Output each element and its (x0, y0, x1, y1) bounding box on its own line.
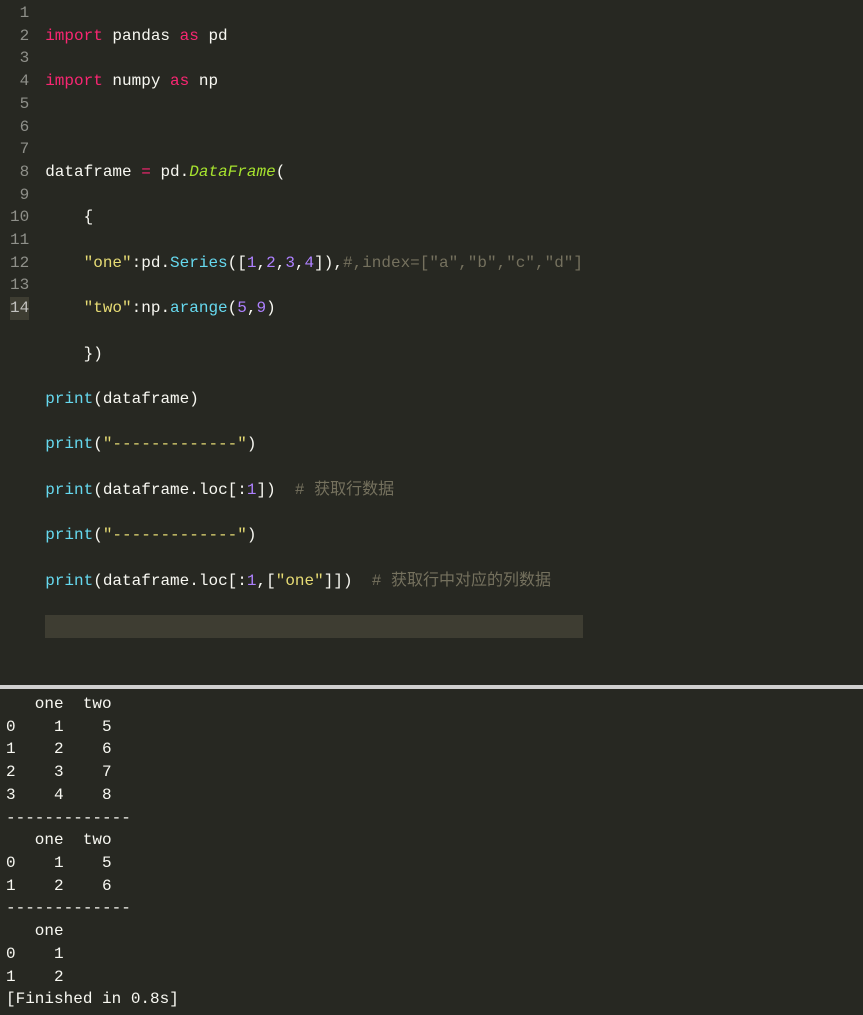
code-line[interactable]: print("-------------") (45, 524, 583, 547)
line-number: 10 (10, 206, 29, 229)
code-editor[interactable]: 1 2 3 4 5 6 7 8 9 10 11 12 13 14 import … (0, 0, 863, 685)
line-number: 13 (10, 274, 29, 297)
output-panel: one two 0 1 5 1 2 6 2 3 7 3 4 8 --------… (0, 689, 863, 1015)
line-gutter: 1 2 3 4 5 6 7 8 9 10 11 12 13 14 (0, 0, 45, 685)
line-number: 12 (10, 252, 29, 275)
line-number: 3 (10, 47, 29, 70)
line-number: 14 (10, 297, 29, 320)
code-line[interactable]: dataframe = pd.DataFrame( (45, 161, 583, 184)
line-number: 7 (10, 138, 29, 161)
code-area[interactable]: import pandas as pd import numpy as np d… (45, 0, 583, 685)
code-line[interactable] (45, 615, 583, 638)
line-number: 5 (10, 93, 29, 116)
code-line[interactable]: import numpy as np (45, 70, 583, 93)
code-line[interactable]: { (45, 206, 583, 229)
line-number: 2 (10, 25, 29, 48)
line-number: 6 (10, 116, 29, 139)
code-line[interactable] (45, 116, 583, 139)
line-number: 1 (10, 2, 29, 25)
line-number: 9 (10, 184, 29, 207)
line-number: 8 (10, 161, 29, 184)
code-line[interactable]: }) (45, 343, 583, 366)
code-line[interactable]: "one":pd.Series([1,2,3,4]),#,index=["a",… (45, 252, 583, 275)
code-line[interactable]: print(dataframe) (45, 388, 583, 411)
code-line[interactable]: print("-------------") (45, 433, 583, 456)
line-number: 4 (10, 70, 29, 93)
code-line[interactable]: print(dataframe.loc[:1]) # 获取行数据 (45, 479, 583, 502)
line-number: 11 (10, 229, 29, 252)
code-line[interactable]: import pandas as pd (45, 25, 583, 48)
code-line[interactable]: print(dataframe.loc[:1,["one"]]) # 获取行中对… (45, 570, 583, 593)
code-line[interactable]: "two":np.arange(5,9) (45, 297, 583, 320)
